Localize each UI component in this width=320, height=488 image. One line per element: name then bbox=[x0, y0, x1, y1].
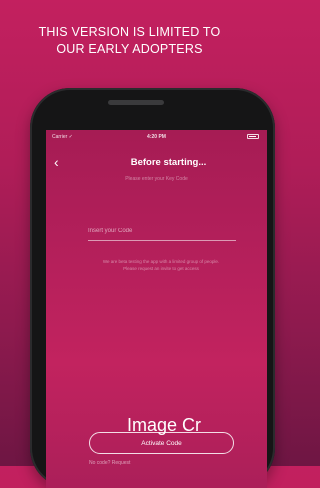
status-time: 4:20 PM bbox=[147, 134, 166, 140]
watermark-text: Image Cr bbox=[127, 415, 202, 435]
request-code-link[interactable]: No code? Request bbox=[89, 460, 130, 466]
battery-icon bbox=[247, 134, 259, 139]
help-text: We are beta testing the app with a limit… bbox=[102, 259, 220, 271]
status-bar: Carrier ✓ 4:20 PM bbox=[46, 130, 267, 144]
code-input[interactable] bbox=[88, 224, 236, 241]
screen-title: Before starting... bbox=[130, 157, 207, 168]
phone-speaker bbox=[108, 100, 164, 105]
screen-subtitle: Please enter your Key Code bbox=[125, 176, 188, 182]
chevron-left-icon[interactable]: ‹ bbox=[54, 154, 68, 170]
headline-line-2: OUR EARLY ADOPTERS bbox=[56, 42, 203, 56]
promo-headline: THIS VERSION IS LIMITED TO OUR EARLY ADO… bbox=[0, 24, 259, 58]
headline-line-1: THIS VERSION IS LIMITED TO bbox=[38, 25, 221, 39]
